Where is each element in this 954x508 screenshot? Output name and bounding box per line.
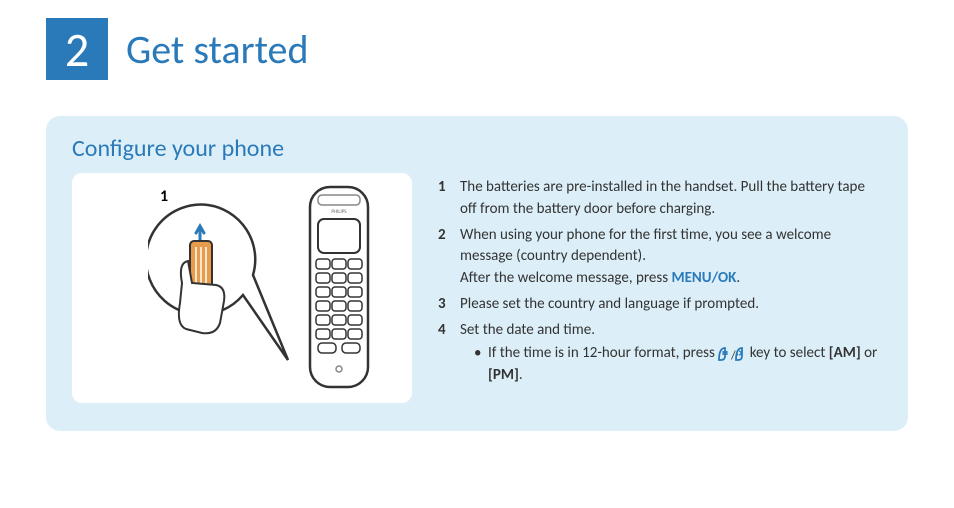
section-title: Configure your phone [72, 134, 882, 163]
step-3: Please set the country and language if p… [438, 294, 882, 316]
menu-ok-label: MENU/OK [671, 269, 736, 287]
am-label: [AM] [829, 344, 861, 362]
pm-label: [PM] [488, 366, 519, 384]
battery-tape-pull-icon [172, 223, 252, 343]
svg-text:/: / [730, 349, 736, 362]
chapter-number-badge: 2 [46, 18, 108, 80]
step-2-text-a: When using your phone for the first time… [460, 226, 831, 266]
step-list: The batteries are pre-installed in the h… [438, 177, 882, 387]
illustration-box: 1 PHILIP [72, 173, 412, 403]
configure-phone-section: Configure your phone 1 [46, 116, 908, 431]
instructions: The batteries are pre-installed in the h… [438, 173, 882, 391]
step-1-text: The batteries are pre-installed in the h… [460, 178, 865, 218]
step-4-text: Set the date and time. [460, 321, 595, 339]
chapter-title: Get started [126, 25, 308, 74]
step-2-text-b-prefix: After the welcome message, press [460, 269, 671, 287]
step-4-sublist: If the time is in 12-hour format, press … [460, 343, 882, 387]
step-1: The batteries are pre-installed in the h… [438, 177, 882, 221]
step-4-sub-suffix: . [519, 366, 523, 384]
svg-text:PHILIPS: PHILIPS [331, 209, 347, 215]
step-4-sub-mid: key to select [746, 344, 828, 362]
chapter-header: 2 Get started [0, 0, 954, 80]
step-2: When using your phone for the first time… [438, 225, 882, 290]
step-4: Set the date and time. If the time is in… [438, 320, 882, 387]
step-4-sub: If the time is in 12-hour format, press … [474, 343, 882, 387]
step-4-sub-or: or [861, 344, 878, 362]
step-3-text: Please set the country and language if p… [460, 295, 759, 313]
cordless-handset-icon: PHILIPS [304, 183, 374, 393]
step-4-sub-prefix: If the time is in 12-hour format, press [488, 344, 718, 362]
step-2-text-b-suffix: . [736, 269, 740, 287]
chapter-number: 2 [65, 20, 89, 79]
phonebook-redial-key-icon: / [718, 346, 746, 362]
section-body: 1 PHILIP [72, 173, 882, 403]
